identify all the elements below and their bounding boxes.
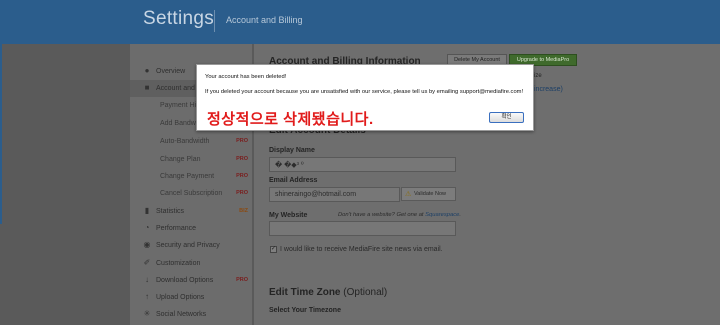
deleted-confirmation-overlay: 정상적으로 삭제됐습니다. — [207, 111, 374, 128]
validate-now-button[interactable]: ⚠ Validate Now — [401, 187, 456, 201]
timezone-label: Select Your Timezone — [269, 307, 341, 314]
title-divider — [214, 10, 215, 32]
timezone-heading-text: Edit Time Zone — [269, 287, 341, 298]
increase-link[interactable]: increase) — [534, 86, 563, 93]
timezone-heading: Edit Time Zone (Optional) — [269, 287, 387, 298]
warning-icon: ⚠ — [405, 191, 412, 198]
newsletter-checkbox[interactable]: ✓ — [270, 246, 277, 253]
timezone-optional-text: (Optional) — [343, 287, 388, 298]
sidebar-item-label: Change Plan — [160, 156, 201, 163]
pro-badge: PRO — [236, 190, 248, 196]
upload-icon: ↑ — [145, 292, 149, 301]
squarespace-link[interactable]: Squarespace — [425, 212, 459, 218]
sidebar-item-label: Customization — [156, 260, 201, 267]
gauge-icon: ◔ — [144, 223, 150, 232]
pro-badge: PRO — [236, 277, 248, 283]
ok-button[interactable]: 확인 — [489, 112, 524, 123]
alert-dialog: Your account has been deleted! If you de… — [196, 64, 534, 131]
email-label: Email Address — [269, 177, 318, 184]
pro-badge: PRO — [236, 156, 248, 162]
sidebar-item-label: Cancel Subscription — [160, 190, 223, 197]
dialog-message: If you deleted your account because you … — [205, 89, 524, 95]
sidebar-item-label: Add Bandwi — [160, 120, 198, 127]
page-title: Settings — [143, 8, 215, 29]
card-icon: ■ — [144, 83, 150, 92]
size-column-label: ize — [534, 73, 542, 79]
display-name-label: Display Name — [269, 147, 315, 154]
sidebar-item-label: Performance — [156, 225, 197, 232]
sidebar-item-label: Upload Options — [156, 294, 205, 301]
sidebar-item-label: Security and Privacy — [156, 242, 220, 249]
sidebar-item-label: Download Options — [156, 277, 214, 284]
left-edge-strip — [0, 44, 2, 224]
sidebar-item-social-networks[interactable]: ✳ Social Networks — [130, 306, 252, 323]
sidebar-item-upload-options[interactable]: ↑ Upload Options — [130, 289, 252, 306]
sidebar-item-label: Change Payment — [160, 173, 215, 180]
sidebar-item-cancel-subscription[interactable]: Cancel Subscription PRO — [130, 185, 252, 202]
chart-icon: ▮ — [144, 206, 150, 215]
sidebar-item-statistics[interactable]: ▮ Statistics BIZ — [130, 203, 252, 220]
brush-icon: ✐ — [143, 258, 151, 267]
sidebar-item-auto-bandwidth[interactable]: Auto-Bandwidth PRO — [130, 133, 252, 150]
download-icon: ↓ — [145, 275, 149, 284]
user-icon: ● — [144, 66, 150, 75]
website-hint: Don't have a website? Get one at Squares… — [338, 212, 461, 218]
newsletter-label: I would like to receive MediaFire site n… — [280, 246, 443, 253]
email-field[interactable]: shineraingo@hotmail.com — [269, 187, 400, 202]
sidebar-item-label: Auto-Bandwidth — [160, 138, 210, 145]
sidebar-item-security[interactable]: ◉ Security and Privacy — [130, 237, 252, 254]
sidebar-item-label: Account and — [156, 85, 195, 92]
website-field[interactable] — [269, 221, 456, 236]
pro-badge: PRO — [236, 138, 248, 144]
display-name-field[interactable]: � �◆³ º — [269, 157, 456, 172]
sidebar-item-change-payment[interactable]: Change Payment PRO — [130, 168, 252, 185]
sidebar-item-label: Payment Hi — [160, 102, 197, 109]
website-label: My Website — [269, 212, 308, 219]
dialog-title: Your account has been deleted! — [205, 74, 287, 80]
biz-badge: BIZ — [239, 208, 248, 214]
pro-badge: PRO — [236, 173, 248, 179]
sidebar-item-label: Statistics — [156, 208, 185, 215]
sidebar-item-label: Overview — [156, 68, 186, 75]
lock-icon: ◉ — [143, 240, 151, 249]
validate-now-label: Validate Now — [414, 191, 446, 197]
sidebar-item-label: Social Networks — [156, 311, 207, 318]
sidebar-item-download-options[interactable]: ↓ Download Options PRO — [130, 272, 252, 289]
sidebar-item-performance[interactable]: ◔ Performance — [130, 220, 252, 237]
page-subtitle: Account and Billing — [226, 15, 303, 25]
header-bar: Settings Account and Billing — [0, 0, 720, 44]
sidebar-item-change-plan[interactable]: Change Plan PRO — [130, 151, 252, 168]
sidebar-item-customization[interactable]: ✐ Customization — [130, 255, 252, 272]
website-hint-text: Don't have a website? Get one at — [338, 212, 426, 218]
share-icon: ✳ — [143, 309, 151, 318]
